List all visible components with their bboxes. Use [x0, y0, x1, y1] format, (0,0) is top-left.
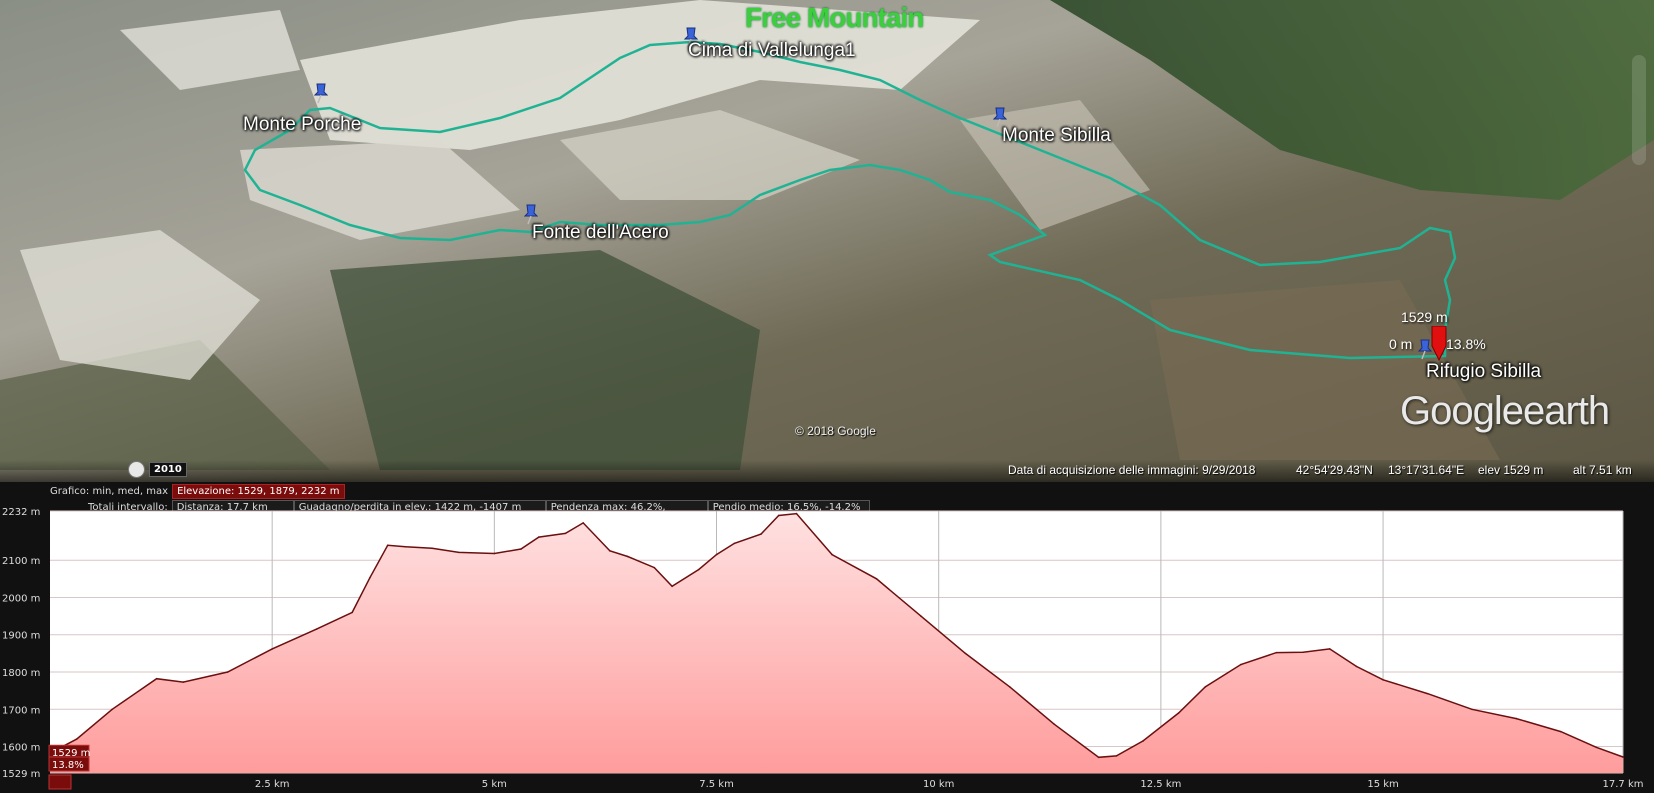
y-tick-label: 1529 m [2, 769, 40, 780]
profile-point [964, 652, 967, 655]
y-tick-label: 2232 m [2, 507, 40, 518]
profile-stats-row: Grafico: min, med, max Elevazione: 1529,… [50, 484, 345, 499]
profile-point [351, 611, 353, 614]
y-tick-label: 1700 m [2, 705, 40, 716]
historical-imagery-control[interactable]: 2010 [128, 461, 187, 478]
profile-point [315, 628, 318, 630]
profile-point [920, 615, 922, 617]
elevation-readout: elev 1529 m [1478, 463, 1544, 477]
profile-point [653, 566, 656, 569]
x-tick-label: 12.5 km [1140, 779, 1181, 790]
profile-point [1008, 686, 1011, 688]
clock-icon[interactable] [128, 461, 145, 478]
pushpin-icon[interactable] [314, 82, 328, 104]
profile-point [697, 568, 700, 571]
profile-point [1515, 717, 1518, 720]
x-tick-label: 7.5 km [699, 779, 734, 790]
profile-point [404, 545, 407, 548]
placemark-label[interactable]: Monte Sibilla [1002, 125, 1111, 147]
profile-point [1355, 665, 1358, 668]
profile-point [715, 553, 718, 556]
profile-point [493, 552, 496, 555]
profile-point [1302, 651, 1304, 654]
elevation-stat[interactable]: Elevazione: 1529, 1879, 2232 m [172, 484, 345, 499]
x-tick-label: 17.7 km [1603, 779, 1644, 790]
cursor-slope-label: 13.8% [52, 760, 84, 771]
profile-point [1275, 651, 1278, 654]
y-tick-label: 1600 m [2, 743, 40, 754]
profile-point [111, 708, 114, 711]
profile-point [431, 547, 433, 550]
altitude-readout: alt 7.51 km [1573, 463, 1632, 477]
x-tick-label: 15 km [1367, 779, 1398, 790]
placemark-label[interactable]: Fonte dell'Acero [532, 222, 669, 244]
longitude: 13°17'31.64"E [1388, 463, 1465, 477]
profile-point [1622, 756, 1624, 758]
profile-point [1053, 723, 1056, 725]
profile-point [75, 738, 78, 740]
cursor-distance-box [48, 774, 72, 790]
profile-point [520, 548, 522, 550]
profile-point [1142, 740, 1144, 742]
profile-point [1471, 708, 1473, 711]
profile-point [1240, 663, 1242, 666]
y-tick-label: 1800 m [2, 668, 40, 679]
marker-slope: 13.8% [1446, 336, 1486, 352]
imagery-copyright: © 2018 Google [795, 424, 876, 438]
profile-point [1115, 755, 1118, 757]
x-tick-label: 10 km [923, 779, 954, 790]
x-tick-label: 2.5 km [255, 779, 290, 790]
google-earth-logo: Googleearth [1400, 389, 1610, 433]
profile-point [1382, 679, 1384, 681]
graph-label: Grafico: min, med, max [50, 486, 169, 497]
profile-point [626, 555, 629, 558]
profile-point [760, 533, 762, 535]
profile-point [671, 585, 673, 588]
profile-point [733, 542, 736, 545]
profile-point [564, 532, 567, 535]
y-tick-label: 2000 m [2, 593, 40, 604]
brand-watermark: Free Mountain [745, 2, 924, 33]
profile-point [1177, 712, 1180, 714]
profile-point [155, 677, 158, 680]
imagery-year[interactable]: 2010 [149, 462, 187, 477]
acquisition-date: Data di acquisizione delle immagini: 9/2… [1008, 463, 1256, 477]
profile-point [582, 522, 585, 524]
profile-point [1328, 648, 1331, 650]
profile-point [609, 550, 611, 552]
elevation-profile-panel[interactable]: Grafico: min, med, max Elevazione: 1529,… [0, 482, 1654, 793]
marker-elevation: 1529 m [1401, 309, 1448, 325]
profile-point [777, 514, 780, 517]
profile-point [1595, 746, 1598, 749]
x-tick-label: 5 km [482, 779, 507, 790]
profile-point [1097, 756, 1100, 759]
profile-point [458, 551, 460, 554]
placemark-label[interactable]: Cima di Vallelunga1 [688, 40, 856, 62]
profile-point [831, 553, 833, 556]
profile-point [1559, 730, 1562, 733]
y-tick-label: 1900 m [2, 631, 40, 642]
elevation-profile-chart[interactable]: 2232 m 2100 m 2000 m 1900 m 1800 m 1700 m 1600… [0, 506, 1654, 793]
profile-point [1204, 686, 1207, 688]
profile-point [226, 671, 229, 673]
y-tick-label: 2100 m [2, 556, 40, 567]
earth-view[interactable]: Free Mountain Cima di Vallelunga1 Monte … [0, 0, 1654, 482]
profile-point [1426, 692, 1429, 695]
latitude: 42°54'29.43"N [1296, 463, 1373, 477]
profile-point [795, 512, 798, 515]
profile-point [537, 536, 540, 538]
navigation-control[interactable] [1632, 55, 1646, 165]
placemark-label[interactable]: Monte Porche [243, 114, 361, 136]
profile-point [271, 648, 273, 650]
profile-point [875, 578, 878, 580]
marker-distance: 0 m [1389, 336, 1413, 352]
profile-point [369, 576, 371, 579]
profile-point [386, 544, 389, 547]
profile-point [182, 681, 185, 683]
